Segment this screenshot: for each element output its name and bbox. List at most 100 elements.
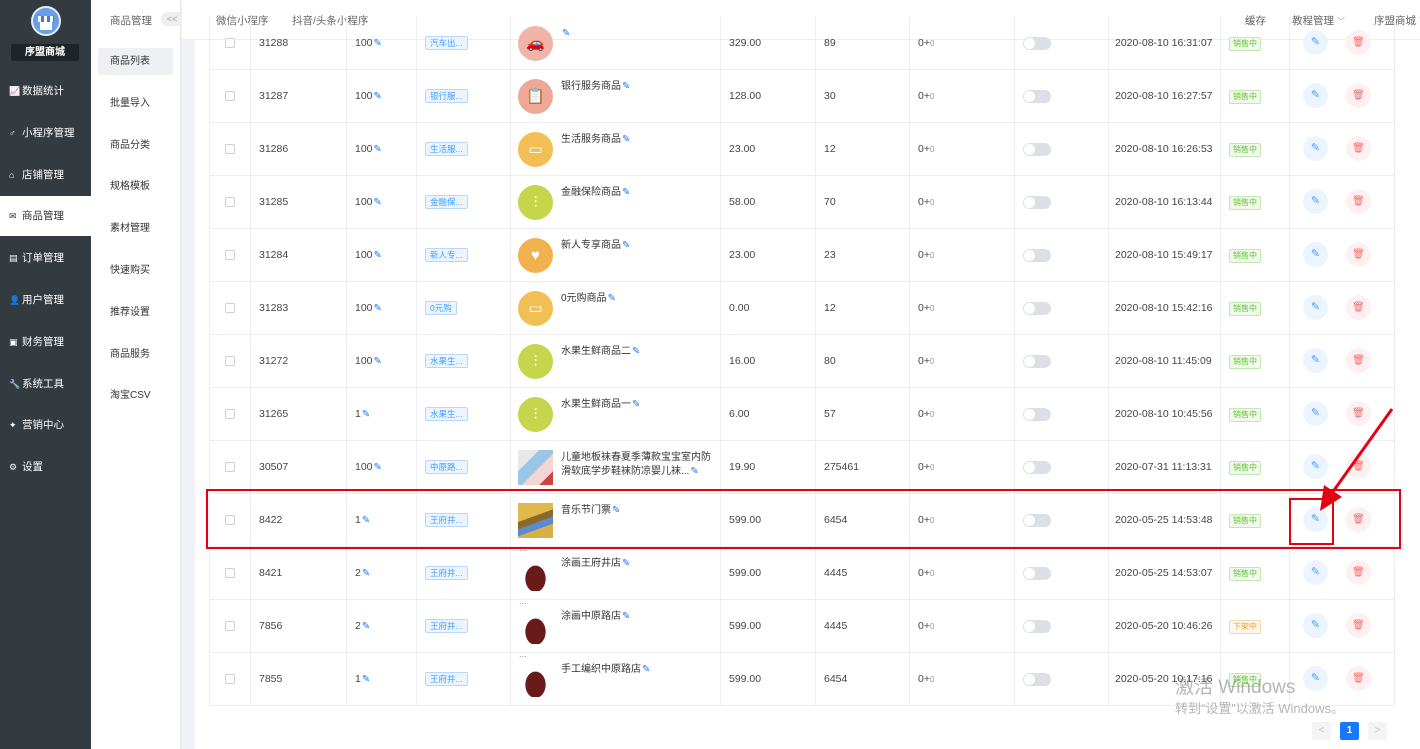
edit-pencil-icon[interactable]: ✎ xyxy=(374,91,382,102)
edit-pencil-icon[interactable]: ✎ xyxy=(374,144,382,155)
delete-button[interactable]: 🗑 xyxy=(1346,136,1371,161)
delete-button[interactable]: 🗑 xyxy=(1346,189,1371,214)
collapse-button[interactable]: << xyxy=(161,12,183,26)
sub-menu-item[interactable]: 素材管理 xyxy=(98,215,173,242)
sub-menu-item[interactable]: 商品列表 xyxy=(98,48,173,75)
edit-pencil-icon[interactable]: ✎ xyxy=(374,462,382,473)
edit-button[interactable]: ✎ xyxy=(1303,560,1328,585)
edit-pencil-icon[interactable]: ✎ xyxy=(362,409,370,420)
edit-pencil-icon[interactable]: ✎ xyxy=(374,303,382,314)
sort-value[interactable]: 100✎ xyxy=(355,302,382,314)
sidebar-item-goods[interactable]: ✉ 商品管理 xyxy=(0,196,91,237)
edit-pencil-icon[interactable]: ✎ xyxy=(622,81,630,92)
sort-value[interactable]: 2✎ xyxy=(355,620,370,632)
sidebar-item-settings[interactable]: ⚙ 设置 xyxy=(0,447,91,487)
sort-value[interactable]: 100✎ xyxy=(355,196,382,208)
sidebar-item-link[interactable]: ♂ 小程序管理 xyxy=(0,113,91,153)
recommend-toggle[interactable] xyxy=(1023,90,1051,103)
delete-button[interactable]: 🗑 xyxy=(1346,613,1371,638)
edit-pencil-icon[interactable]: ✎ xyxy=(362,621,370,632)
edit-button[interactable]: ✎ xyxy=(1303,83,1328,108)
row-checkbox[interactable] xyxy=(225,38,235,48)
edit-pencil-icon[interactable]: ✎ xyxy=(622,187,630,198)
sort-value[interactable]: 100✎ xyxy=(355,249,382,261)
recommend-toggle[interactable] xyxy=(1023,249,1051,262)
delete-button[interactable]: 🗑 xyxy=(1346,560,1371,585)
row-checkbox[interactable] xyxy=(225,621,235,631)
sub-menu-item[interactable]: 推荐设置 xyxy=(98,299,173,326)
edit-pencil-icon[interactable]: ✎ xyxy=(622,134,630,145)
row-checkbox[interactable] xyxy=(225,303,235,313)
recommend-toggle[interactable] xyxy=(1023,673,1051,686)
sidebar-item-chart[interactable]: 📈 数据统计 xyxy=(0,71,91,111)
delete-button[interactable]: 🗑 xyxy=(1346,295,1371,320)
edit-button[interactable]: ✎ xyxy=(1303,666,1328,691)
recommend-toggle[interactable] xyxy=(1023,302,1051,315)
sort-value[interactable]: 100✎ xyxy=(355,355,382,367)
row-checkbox[interactable] xyxy=(225,144,235,154)
edit-pencil-icon[interactable]: ✎ xyxy=(622,240,630,251)
sort-value[interactable]: 1✎ xyxy=(355,673,370,685)
recommend-toggle[interactable] xyxy=(1023,461,1051,474)
sort-value[interactable]: 2✎ xyxy=(355,567,370,579)
edit-pencil-icon[interactable]: ✎ xyxy=(362,568,370,579)
sidebar-item-wallet[interactable]: ▣ 财务管理 xyxy=(0,322,91,362)
edit-pencil-icon[interactable]: ✎ xyxy=(642,664,650,675)
sub-menu-item[interactable]: 淘宝CSV xyxy=(98,382,173,409)
pagination-prev[interactable]: < xyxy=(1312,722,1331,740)
sub-menu-item[interactable]: 批量导入 xyxy=(98,90,173,117)
row-checkbox[interactable] xyxy=(225,674,235,684)
recommend-toggle[interactable] xyxy=(1023,620,1051,633)
recommend-toggle[interactable] xyxy=(1023,143,1051,156)
delete-button[interactable]: 🗑 xyxy=(1346,242,1371,267)
row-checkbox[interactable] xyxy=(225,568,235,578)
sort-value[interactable]: 100✎ xyxy=(355,37,382,49)
edit-button[interactable]: ✎ xyxy=(1303,242,1328,267)
edit-button[interactable]: ✎ xyxy=(1303,348,1328,373)
recommend-toggle[interactable] xyxy=(1023,37,1051,50)
sort-value[interactable]: 1✎ xyxy=(355,408,370,420)
sub-menu-item[interactable]: 商品服务 xyxy=(98,341,173,368)
edit-pencil-icon[interactable]: ✎ xyxy=(632,399,640,410)
sub-menu-item[interactable]: 快速购买 xyxy=(98,257,173,284)
sub-menu-item[interactable]: 规格模板 xyxy=(98,173,173,200)
sidebar-item-marketing[interactable]: ✦ 营销中心 xyxy=(0,405,91,445)
row-checkbox[interactable] xyxy=(225,409,235,419)
edit-button[interactable]: ✎ xyxy=(1303,30,1328,55)
delete-button[interactable]: 🗑 xyxy=(1346,348,1371,373)
pagination-page-1[interactable]: 1 xyxy=(1340,722,1359,740)
edit-pencil-icon[interactable]: ✎ xyxy=(374,38,382,49)
edit-button[interactable]: ✎ xyxy=(1303,136,1328,161)
row-checkbox[interactable] xyxy=(225,197,235,207)
sub-menu-item[interactable]: 商品分类 xyxy=(98,132,173,159)
row-checkbox[interactable] xyxy=(225,91,235,101)
sort-value[interactable]: 100✎ xyxy=(355,143,382,155)
edit-pencil-icon[interactable]: ✎ xyxy=(374,356,382,367)
recommend-toggle[interactable] xyxy=(1023,408,1051,421)
sort-value[interactable]: 100✎ xyxy=(355,90,382,102)
sidebar-item-store[interactable]: ⌂ 店铺管理 xyxy=(0,155,91,195)
recommend-toggle[interactable] xyxy=(1023,567,1051,580)
sidebar-item-wrench[interactable]: 🔧 系统工具 xyxy=(0,364,91,404)
row-checkbox[interactable] xyxy=(225,356,235,366)
edit-pencil-icon[interactable]: ✎ xyxy=(608,293,616,304)
edit-button[interactable]: ✎ xyxy=(1303,613,1328,638)
edit-pencil-icon[interactable]: ✎ xyxy=(374,250,382,261)
recommend-toggle[interactable] xyxy=(1023,196,1051,209)
pagination-next[interactable]: > xyxy=(1368,722,1387,740)
edit-pencil-icon[interactable]: ✎ xyxy=(690,466,698,477)
row-checkbox[interactable] xyxy=(225,462,235,472)
edit-pencil-icon[interactable]: ✎ xyxy=(632,346,640,357)
delete-button[interactable]: 🗑 xyxy=(1346,666,1371,691)
edit-button[interactable]: ✎ xyxy=(1303,295,1328,320)
edit-pencil-icon[interactable]: ✎ xyxy=(562,28,570,39)
delete-button[interactable]: 🗑 xyxy=(1346,83,1371,108)
delete-button[interactable]: 🗑 xyxy=(1346,30,1371,55)
edit-pencil-icon[interactable]: ✎ xyxy=(622,611,630,622)
sidebar-item-order[interactable]: ▤ 订单管理 xyxy=(0,238,91,278)
sidebar-item-user[interactable]: 👤 用户管理 xyxy=(0,280,91,320)
edit-pencil-icon[interactable]: ✎ xyxy=(362,674,370,685)
edit-pencil-icon[interactable]: ✎ xyxy=(622,558,630,569)
edit-pencil-icon[interactable]: ✎ xyxy=(374,197,382,208)
row-checkbox[interactable] xyxy=(225,250,235,260)
